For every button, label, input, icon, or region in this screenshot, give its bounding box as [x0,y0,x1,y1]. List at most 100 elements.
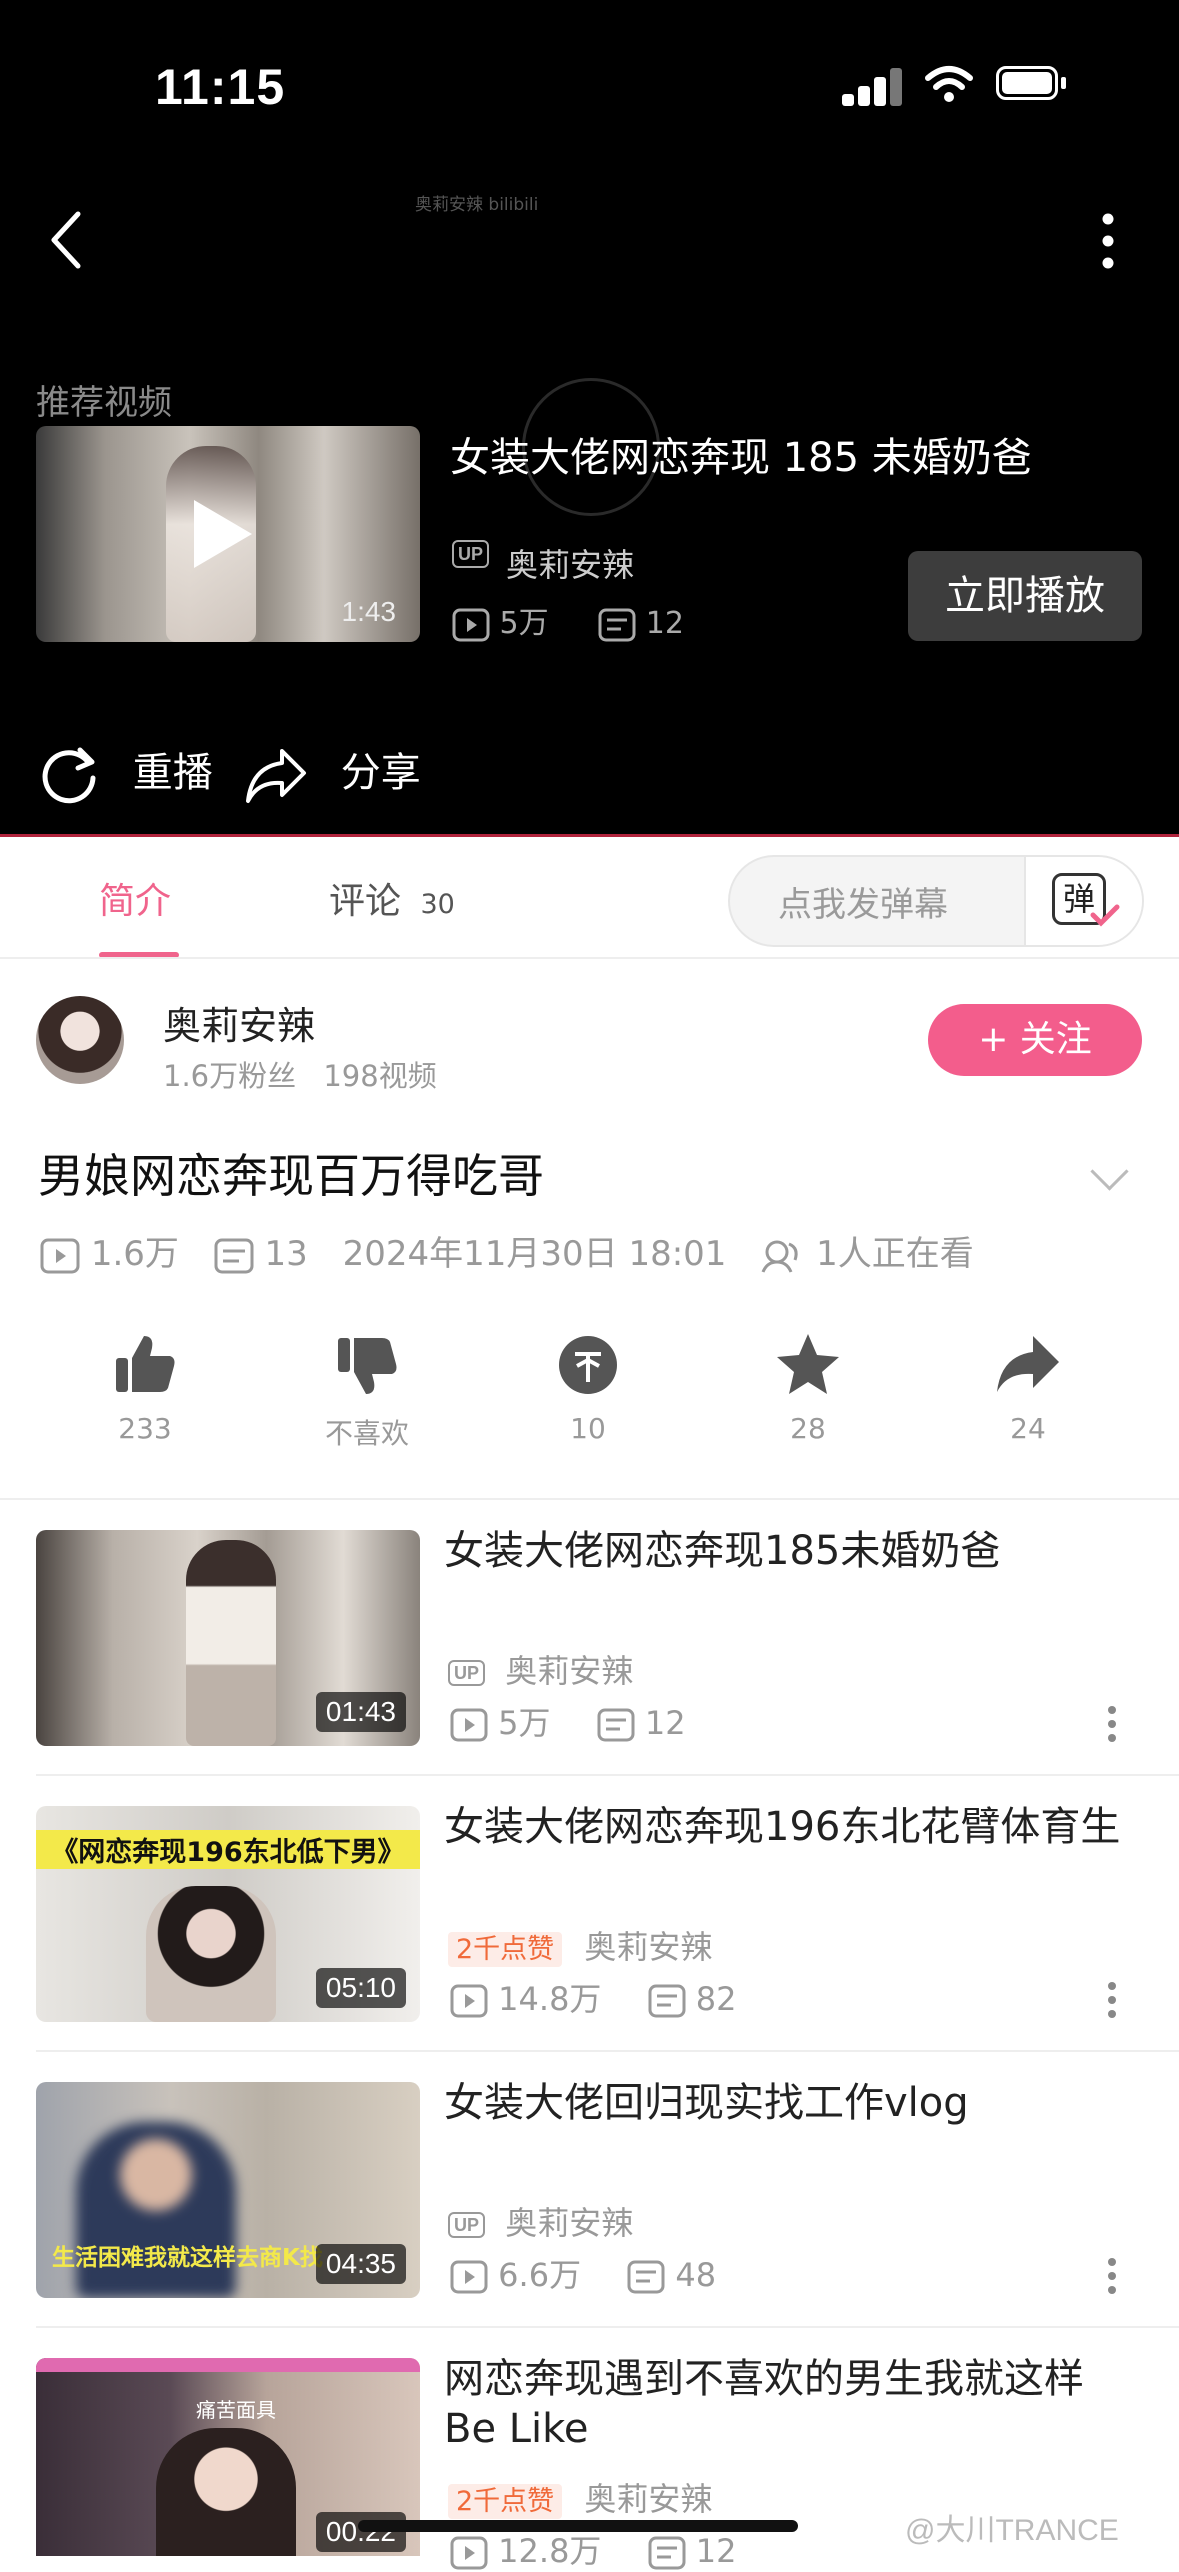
share-label: 分享 [340,750,421,796]
related-duration: 01:43 [315,1692,406,1732]
recommend-up-name: 奥莉安辣 [506,546,635,584]
like-button[interactable]: 233 [70,1330,220,1445]
battery-icon [996,66,1068,104]
related-up-name: 奥莉安辣 [584,1928,713,1966]
related-views: 6.6万 [498,2256,582,2294]
tab-intro[interactable]: 简介 [99,872,171,924]
video-meta: 1.6万 13 2024年11月30日 18:01 1人正在看 [40,1226,974,1275]
video-player[interactable]: 11:15 奥莉安辣 bilibili 推荐视频 1:43 女装大佬网恋奔现 1… [0,0,1179,836]
recommend-danmaku: 12 [645,606,684,641]
follow-button[interactable]: + 关注 [928,1004,1142,1076]
list-divider [36,2326,1179,2328]
coin-icon [559,1336,617,1394]
related-thumbnail[interactable]: 《网恋奔现196东北低下男》 05:10 [36,1806,420,2022]
related-views: 12.8万 [498,2532,602,2570]
up-badge: UP [448,1660,486,1686]
related-stats: 5万 12 [450,1698,686,1744]
replay-label: 重播 [132,750,213,796]
tab-comments[interactable]: 评论 30 [329,872,455,924]
danmaku-toggle-button[interactable]: 弹 [1024,857,1142,945]
related-up-name: 奥莉安辣 [584,2480,713,2518]
video-title: 男娘网恋奔现百万得吃哥 [38,1149,544,1203]
related-title[interactable]: 网恋奔现遇到不喜欢的男生我就这样 Be Like [444,2354,1144,2454]
danmaku-input[interactable]: 点我发弹幕 弹 [728,855,1144,947]
dislike-label: 不喜欢 [324,1417,409,1450]
related-views: 5万 [498,1704,551,1742]
play-count-icon [450,1984,488,2018]
likes-badge: 2千点赞 [448,2484,563,2519]
thumbs-down-icon [338,1338,397,1394]
list-divider [36,2050,1179,2052]
related-danmaku: 12 [695,2532,737,2570]
uploader-videos: 198视频 [323,1059,437,1093]
recommend-label: 推荐视频 [36,383,172,423]
more-vertical-icon[interactable] [1108,1982,1118,2024]
up-badge: UP [448,2212,486,2238]
related-up-name: 奥莉安辣 [505,2204,634,2242]
related-duration: 04:35 [315,2244,406,2284]
coin-button[interactable]: 10 [513,1330,663,1445]
uploader-meta: 1.6万粉丝 198视频 [163,1053,437,1095]
more-vertical-icon[interactable] [1108,2258,1118,2300]
tab-comments-label: 评论 [329,881,402,922]
danmaku-count-icon [648,2536,686,2570]
related-thumbnail[interactable]: 生活困难我就这样去商K找 04:35 [36,2082,420,2298]
chevron-down-icon[interactable] [1090,1152,1129,1191]
play-now-button[interactable]: 立即播放 [908,551,1142,641]
up-badge: UP [452,540,490,568]
recommend-views: 5万 [499,606,549,641]
share-end-button[interactable]: 分享 [244,740,421,805]
thumbnail-caption: 生活困难我就这样去商K找 [52,2245,323,2271]
wifi-icon [925,66,973,102]
danmaku-count-icon [627,2260,665,2294]
forward-icon [997,1336,1059,1392]
tab-comments-count: 30 [420,889,455,920]
viewers-icon [761,1240,798,1273]
related-title[interactable]: 女装大佬网恋奔现196东北花臂体育生 [444,1802,1144,1852]
related-views: 14.8万 [498,1980,602,2018]
video-date: 2024年11月30日 18:01 [342,1234,727,1274]
share-button[interactable]: 24 [953,1330,1103,1445]
related-title[interactable]: 女装大佬网恋奔现185未婚奶爸 [444,1526,1144,1576]
likes-badge: 2千点赞 [448,1932,563,1967]
recommend-title[interactable]: 女装大佬网恋奔现 185 未婚奶爸 [450,425,1032,483]
replay-button[interactable]: 重播 [36,740,213,808]
uploader-avatar[interactable] [36,996,124,1084]
actions-divider [0,1498,1179,1500]
list-divider [36,1774,1179,1776]
recommend-stats: 5万 12 [452,598,684,642]
related-up-name: 奥莉安辣 [505,1652,634,1690]
recommend-duration: 1:43 [341,596,397,627]
related-up: UP 奥莉安辣 [448,1646,633,1692]
signal-icon [842,66,902,106]
back-icon[interactable] [48,210,84,270]
related-thumbnail[interactable]: 01:43 [36,1530,420,1746]
uploader-name[interactable]: 奥莉安辣 [163,995,315,1050]
status-time: 11:15 [155,59,286,115]
more-vertical-icon[interactable] [1100,213,1116,269]
play-icon[interactable] [194,500,252,568]
video-watching: 1人正在看 [816,1234,974,1274]
related-stats: 6.6万 48 [450,2250,716,2296]
weibo-watermark: @大川TRANCE [905,2514,1119,2547]
favorite-button[interactable]: 28 [733,1330,883,1445]
check-icon [1090,904,1120,927]
thumbs-up-icon [116,1336,175,1392]
danmaku-placeholder: 点我发弹幕 [778,885,948,925]
more-vertical-icon[interactable] [1108,1706,1118,1748]
related-danmaku: 48 [675,2256,717,2294]
play-count-icon [40,1238,80,1273]
replay-icon [42,747,96,804]
recommend-thumbnail[interactable]: 1:43 [36,426,420,642]
related-stats: 12.8万 12 [450,2526,737,2572]
favorite-count: 28 [790,1412,826,1445]
related-up: UP 奥莉安辣 [448,2198,633,2244]
play-count-icon [450,2536,488,2570]
danmaku-count-icon [648,1984,686,2018]
home-indicator[interactable] [358,2520,798,2532]
play-count-icon [452,608,490,641]
related-title[interactable]: 女装大佬回归现实找工作vlog [444,2078,1144,2128]
related-danmaku: 12 [644,1704,686,1742]
dislike-button[interactable]: 不喜欢 [292,1330,442,1450]
share-icon [246,749,306,803]
